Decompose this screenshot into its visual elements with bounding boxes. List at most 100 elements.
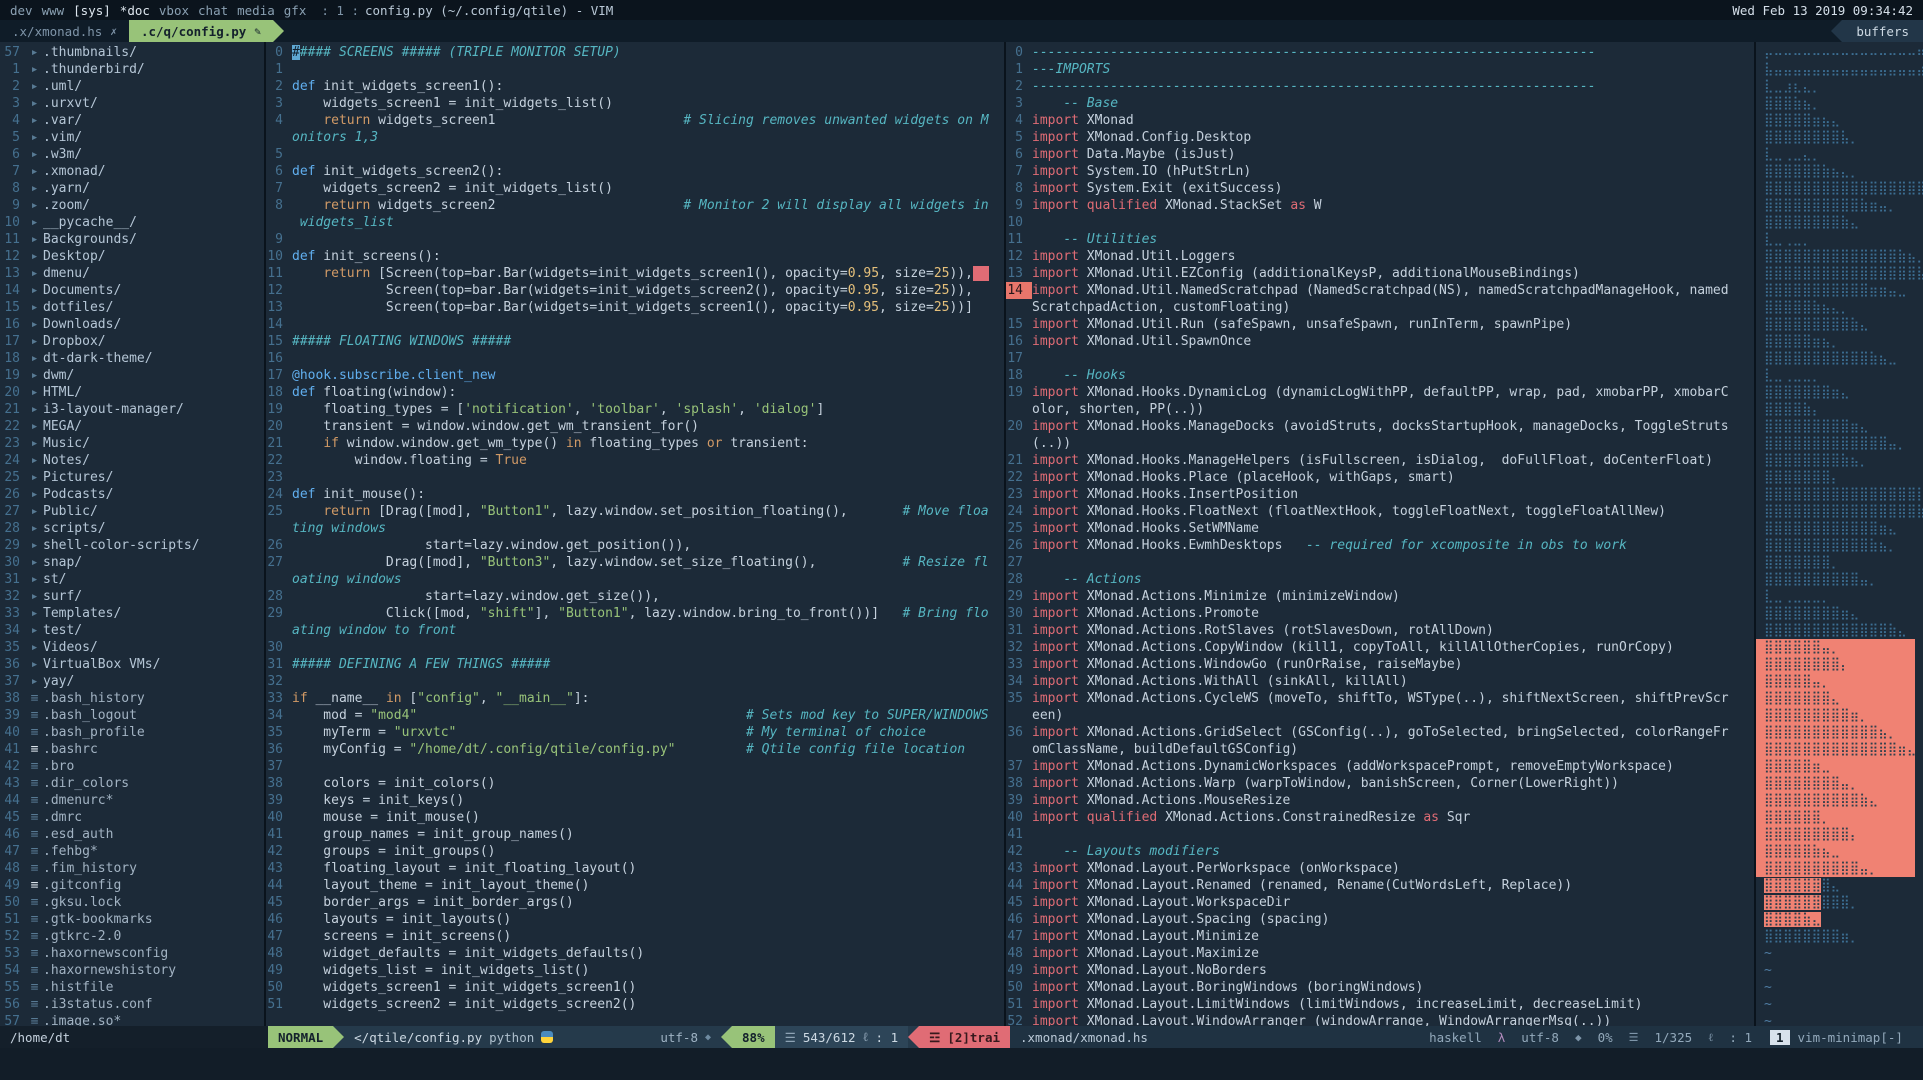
code-line[interactable]: 31##### DEFINING A FEW THINGS #####	[266, 656, 1004, 673]
minimap-row[interactable]: ⣿⣿⣿⣷⣦⡀	[1756, 95, 1923, 112]
minimap-row[interactable]: ⣿⣿⣿⣿⣿⣿⣿⣿⣧⡀	[1756, 129, 1923, 146]
minimap-row[interactable]: ⣿⣿⣿⣿⣿⣿⣿⣿⣿⣿⣿⣿⣿⣤⡀	[1756, 435, 1923, 452]
minimap-viewport-row[interactable]: ⣿⣿⣿⣿⣿⣷⣦⣀	[1756, 843, 1915, 860]
code-line[interactable]: 2def init_widgets_screen1():	[266, 78, 1004, 95]
code-line[interactable]: 35import XMonad.Actions.CycleWS (moveTo,…	[1006, 690, 1754, 707]
workspace-tag[interactable]: *doc	[120, 3, 150, 18]
code-line[interactable]: 40 mouse = init_mouse()	[266, 809, 1004, 826]
tree-item[interactable]: 50≡.gksu.lock	[0, 894, 264, 911]
tree-item[interactable]: 54≡.haxornewshistory	[0, 962, 264, 979]
code-line[interactable]: 43 floating_layout = init_floating_layou…	[266, 860, 1004, 877]
code-line[interactable]: 46import XMonad.Layout.Spacing (spacing)	[1006, 911, 1754, 928]
tree-item[interactable]: 53≡.haxornewsconfig	[0, 945, 264, 962]
code-line[interactable]: 20 transient = window.window.get_wm_tran…	[266, 418, 1004, 435]
code-line[interactable]: 18def floating(window):	[266, 384, 1004, 401]
minimap-viewport-row[interactable]: ⣿⣿⣿⣿⣿⣿⣿⣿⣿⣶⡀	[1756, 707, 1915, 724]
code-line[interactable]: 8 return widgets_screen2 # Monitor 2 wil…	[266, 197, 1004, 214]
code-line[interactable]: 42 groups = init_groups()	[266, 843, 1004, 860]
tree-item[interactable]: 6▸.w3m/	[0, 146, 264, 163]
tree-item[interactable]: 46≡.esd_auth	[0, 826, 264, 843]
close-icon[interactable]: ✗	[110, 25, 117, 38]
tree-item[interactable]: 31▸st/	[0, 571, 264, 588]
minimap-row[interactable]: ⣿⣿⣿⣿⣿⣿⣿⣿⣿⣿⣿⣿⣿⣷⣄	[1756, 622, 1923, 639]
tree-item[interactable]: 52≡.gtkrc-2.0	[0, 928, 264, 945]
code-line[interactable]: 24def init_mouse():	[266, 486, 1004, 503]
code-line[interactable]: ScratchpadAction, customFloating)	[1006, 299, 1754, 316]
code-line[interactable]: 47 screens = init_screens()	[266, 928, 1004, 945]
tree-item[interactable]: 25▸Pictures/	[0, 469, 264, 486]
modified-icon[interactable]: ✎	[254, 25, 261, 38]
workspace-tag[interactable]: vbox	[159, 3, 189, 18]
code-line[interactable]: 21 if window.window.get_wm_type() in flo…	[266, 435, 1004, 452]
workspace-tag[interactable]: media	[237, 3, 275, 18]
minimap-row[interactable]: ⣇⣀⣰⣆⣄⡀	[1756, 78, 1923, 95]
tree-item[interactable]: 27▸Public/	[0, 503, 264, 520]
minimap-row[interactable]: ⣿⣿⣿⣿⣿⣿⣿⣿⣿⣿⣿⣿⣿⣿⣿⣿⣷⡀	[1756, 503, 1923, 520]
minimap-row[interactable]: ⣿⣿⣿⣿⣿⣿⣿⣿⣿⣿⣿⣿⣶⣄	[1756, 520, 1923, 537]
code-line[interactable]: 4 return widgets_screen1 # Slicing remov…	[266, 112, 1004, 129]
tree-item[interactable]: 21▸i3-layout-manager/	[0, 401, 264, 418]
tree-item[interactable]: 10▸__pycache__/	[0, 214, 264, 231]
code-line[interactable]: 44 layout_theme = init_layout_theme()	[266, 877, 1004, 894]
code-line[interactable]: 45import XMonad.Layout.WorkspaceDir	[1006, 894, 1754, 911]
tree-item[interactable]: 37▸yay/	[0, 673, 264, 690]
code-line[interactable]: 50import XMonad.Layout.BoringWindows (bo…	[1006, 979, 1754, 996]
minimap-viewport-row[interactable]: ⣿⣿⣿⣿⣿⣿⣿⣿⣿⣿⣿⣿⣿⣿⣶⣄	[1756, 741, 1915, 758]
code-line[interactable]: 11 return [Screen(top=bar.Bar(widgets=in…	[266, 265, 1004, 282]
code-line[interactable]: 23import XMonad.Hooks.InsertPosition	[1006, 486, 1754, 503]
code-line[interactable]: 37	[266, 758, 1004, 775]
code-line[interactable]: 36 myConfig = "/home/dt/.config/qtile/co…	[266, 741, 1004, 758]
minimap-pane[interactable]: ⡤⠤⠤⠤⠤⠤⠤⠤⠤⠤⠤⠤⠤⠤⠤⠤⠶⠆⣧⣤⣤⣤⣤⣤⣤⣤⣤⣤⣤⣤⣤⣤⣤⣤⣴⡄⣇⣀⣰⣆…	[1756, 42, 1923, 1026]
tree-item[interactable]: 39≡.bash_logout	[0, 707, 264, 724]
tree-item[interactable]: 12▸Desktop/	[0, 248, 264, 265]
minimap-row[interactable]: ⣿⣿⣿⣿⣿⣿⣿⣿⣶⡀	[1756, 928, 1923, 945]
code-line[interactable]: 39 keys = init_keys()	[266, 792, 1004, 809]
tree-item[interactable]: 16▸Downloads/	[0, 316, 264, 333]
code-line[interactable]: 48 widget_defaults = init_widgets_defaul…	[266, 945, 1004, 962]
code-line[interactable]: 6import Data.Maybe (isJust)	[1006, 146, 1754, 163]
code-line[interactable]: 10	[1006, 214, 1754, 231]
workspace-tag[interactable]: dev	[10, 3, 33, 18]
tree-item[interactable]: 24▸Notes/	[0, 452, 264, 469]
workspace-tag[interactable]: www	[42, 3, 65, 18]
workspace-tag[interactable]: gfx	[284, 3, 307, 18]
code-line[interactable]: 45 border_args = init_border_args()	[266, 894, 1004, 911]
minimap-row[interactable]: ⣿⣿⣿⣿⣿⣿⣿⣿⣿⣿⣿⣿⣿⣿⣿⣿⣧⡀	[1756, 265, 1923, 282]
tree-item[interactable]: 22▸MEGA/	[0, 418, 264, 435]
tree-item[interactable]: 5▸.vim/	[0, 129, 264, 146]
code-line[interactable]: 6def init_widgets_screen2():	[266, 163, 1004, 180]
code-line[interactable]: een)	[1006, 707, 1754, 724]
code-line[interactable]: 39import XMonad.Actions.MouseResize	[1006, 792, 1754, 809]
code-line[interactable]: oating windows	[266, 571, 1004, 588]
workspace-tag[interactable]: [sys]	[73, 3, 111, 18]
minimap-row[interactable]: ⣿⣿⣿⣿⣿⣿⣿⣿⣷⣦⡀	[1756, 452, 1923, 469]
nerdtree-pane[interactable]: 57▸.thumbnails/1▸.thunderbird/2▸.uml/3▸.…	[0, 42, 266, 1026]
code-line[interactable]: 22import XMonad.Hooks.Place (placeHook, …	[1006, 469, 1754, 486]
code-line[interactable]: 7 widgets_screen2 = init_widgets_list()	[266, 180, 1004, 197]
minimap-viewport-row[interactable]: ⣿⣿⣿⣿⣿⣿⣿⣿⣤⡀	[1756, 775, 1915, 792]
code-line[interactable]: 47import XMonad.Layout.Minimize	[1006, 928, 1754, 945]
tree-item[interactable]: 4▸.var/	[0, 112, 264, 129]
code-line[interactable]: 27	[1006, 554, 1754, 571]
code-line[interactable]: 52import XMonad.Layout.WindowArranger (w…	[1006, 1013, 1754, 1026]
code-line[interactable]: 16import XMonad.Util.SpawnOnce	[1006, 333, 1754, 350]
code-line[interactable]: 1---IMPORTS	[1006, 61, 1754, 78]
tree-item[interactable]: 57≡.image.so*	[0, 1013, 264, 1026]
tree-item[interactable]: 35▸Videos/	[0, 639, 264, 656]
minimap-viewport-row[interactable]: ⣿⣿⣿⣿⣿⣿⣿⣿⣿⣿⣤⡀	[1756, 860, 1915, 877]
code-line[interactable]: 32	[266, 673, 1004, 690]
code-line[interactable]: 49 widgets_list = init_widgets_list()	[266, 962, 1004, 979]
tree-item[interactable]: 15▸dotfiles/	[0, 299, 264, 316]
tree-item[interactable]: 43≡.dir_colors	[0, 775, 264, 792]
tree-item[interactable]: 30▸snap/	[0, 554, 264, 571]
minimap-viewport-row[interactable]: ⣿⣿⣿⣿⣿⣿⣤⡀	[1756, 639, 1915, 656]
code-line[interactable]: 5	[266, 146, 1004, 163]
code-line[interactable]: 33import XMonad.Actions.WindowGo (runOrR…	[1006, 656, 1754, 673]
minimap-row[interactable]: ⡤⠤⠤⠤⠤⠤⠤⠤⠤⠤⠤⠤⠤⠤⠤⠤⠶⠆	[1756, 44, 1923, 61]
code-line[interactable]: 0---------------------------------------…	[1006, 44, 1754, 61]
tree-item[interactable]: 11▸Backgrounds/	[0, 231, 264, 248]
tree-item[interactable]: 17▸Dropbox/	[0, 333, 264, 350]
minimap-row[interactable]: ⣿⣿⣿⣿⣿⣿⣿⣿⣿⣿⣤⡀	[1756, 571, 1923, 588]
code-line[interactable]: 0##### SCREENS ##### (TRIPLE MONITOR SET…	[266, 44, 1004, 61]
minimap-row[interactable]: ⣇⣀⢀⣀⣄⡀	[1756, 146, 1923, 163]
